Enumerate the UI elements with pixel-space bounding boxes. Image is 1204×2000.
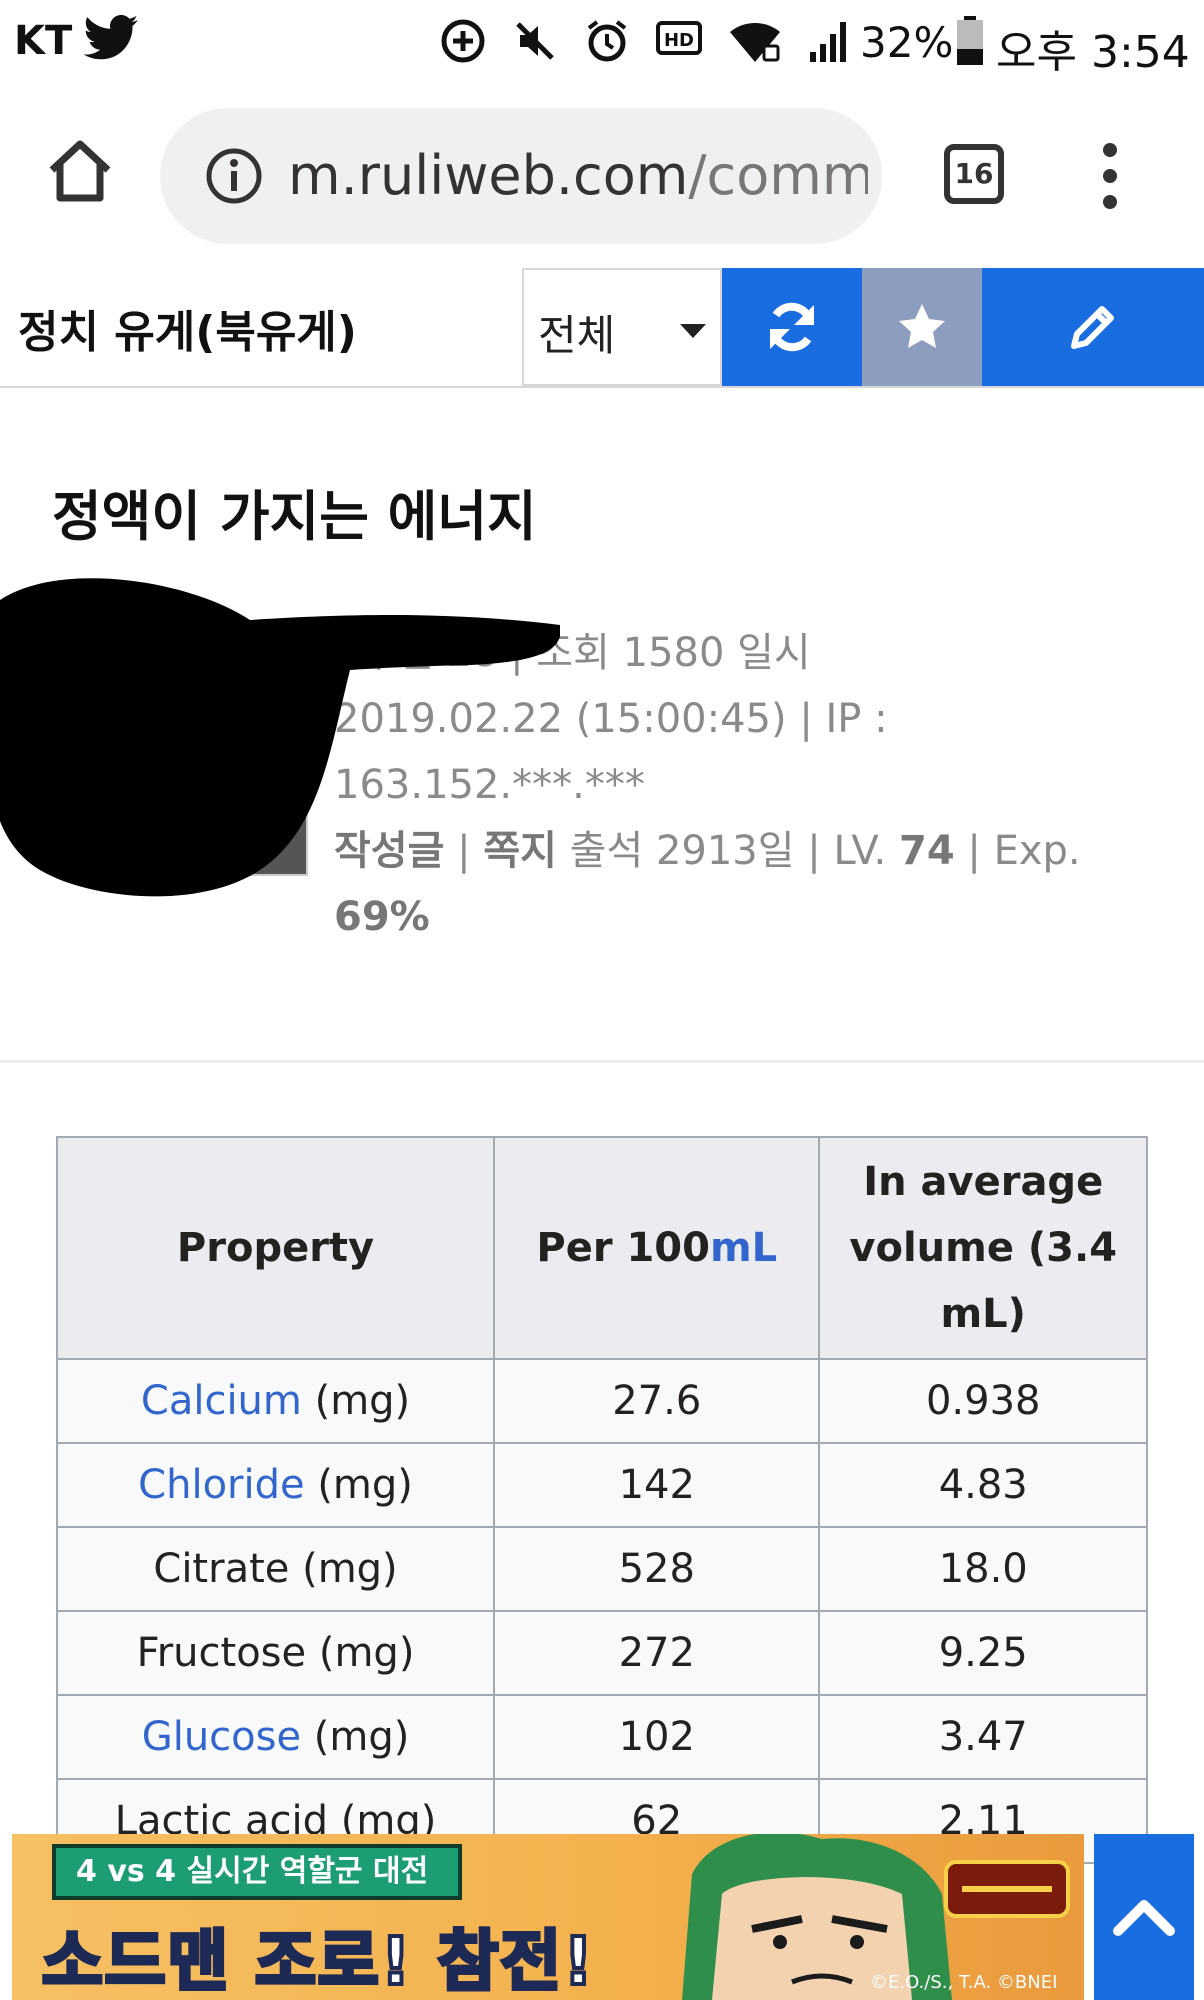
chevron-down-icon <box>680 324 706 338</box>
header-property: Property <box>55 1136 496 1360</box>
property-name: Citrate <box>153 1546 290 1592</box>
more-menu-icon[interactable] <box>1096 140 1124 212</box>
ad-tag: 4 vs 4 실시간 역할군 대전 <box>52 1844 463 1900</box>
user-posts-link[interactable]: 작성글 <box>334 828 444 874</box>
favorite-button[interactable] <box>862 268 982 386</box>
exp-label: | Exp. <box>954 828 1081 874</box>
cell-property: Chloride (mg) <box>55 1442 496 1528</box>
browser-toolbar: m.ruliweb.com/commu 16 <box>0 84 1204 268</box>
url-text: m.ruliweb.com/commu <box>288 144 868 207</box>
signal-icon <box>810 22 846 62</box>
property-name[interactable]: Calcium <box>141 1378 302 1424</box>
refresh-icon <box>770 302 814 352</box>
meta-line-stats: | 추천 28 | 조회 1580 일시 <box>334 630 811 676</box>
url-path: /commu <box>688 144 868 207</box>
home-icon[interactable] <box>44 134 116 206</box>
table-row: Chloride (mg) 142 4.83 <box>55 1442 1148 1528</box>
header-per-prefix: Per 100 <box>536 1225 710 1271</box>
message-link[interactable]: 쪽지 <box>483 828 557 874</box>
property-name: Fructose <box>136 1630 307 1676</box>
attendance-text: 출석 2913일 | LV. <box>569 828 887 874</box>
battery-percent: 32% <box>860 18 954 67</box>
game-logo <box>944 1860 1070 1918</box>
ad-banner[interactable]: 4 vs 4 실시간 역할군 대전 소드맨 조로! 참전! ©E.O./S., … <box>12 1834 1084 2000</box>
table-row: Citrate (mg) 528 18.0 <box>55 1526 1148 1612</box>
table-row: Calcium (mg) 27.6 0.938 <box>55 1358 1148 1444</box>
cell-property: Glucose (mg) <box>55 1694 496 1780</box>
ad-copyright: ©E.O./S., T.A. ©BNEI <box>870 1972 1058 1993</box>
board-nav: 정치 유게(북유게) 전체 <box>0 268 1204 388</box>
board-filter-value: 전체 <box>538 311 616 360</box>
ml-link[interactable]: mL <box>710 1225 777 1271</box>
tab-switcher-button[interactable]: 16 <box>944 144 1004 204</box>
cell-per-100ml: 272 <box>493 1610 821 1696</box>
cell-average-volume: 9.25 <box>818 1610 1148 1696</box>
star-icon <box>899 304 945 348</box>
header-average-volume: In average volume (3.4 mL) <box>818 1136 1148 1360</box>
cell-average-volume: 0.938 <box>818 1358 1148 1444</box>
data-saver-icon <box>441 19 485 63</box>
semen-composition-table: Property Per 100mL In average volume (3.… <box>55 1136 1148 1864</box>
pencil-icon <box>1071 306 1114 349</box>
article-title: 정액이 가지는 에너지 <box>52 485 537 548</box>
status-bar: KT HD 32% 오후 3:54 <box>0 0 1204 84</box>
avatar[interactable] <box>52 620 308 876</box>
battery-icon <box>957 16 983 65</box>
ad-headline: 소드맨 조로! 참전! <box>40 1921 596 2000</box>
carrier-label: KT <box>14 18 73 64</box>
board-title[interactable]: 정치 유게(북유게) <box>18 296 357 360</box>
cell-property: Calcium (mg) <box>55 1358 496 1444</box>
meta-line-exp: 69% <box>334 884 1134 950</box>
section-divider <box>0 1060 1204 1063</box>
meta-line-ip: 163.152.***.*** <box>334 762 645 808</box>
chevron-up-icon <box>1113 1900 1175 1936</box>
scroll-to-top-button[interactable] <box>1094 1834 1194 2000</box>
status-icons: HD <box>440 16 852 66</box>
cell-per-100ml: 27.6 <box>493 1358 821 1444</box>
article-meta: | 추천 28 | 조회 1580 일시 2019.02.22 (15:00:4… <box>334 620 1134 950</box>
url-bar[interactable]: m.ruliweb.com/commu <box>160 108 882 244</box>
cell-average-volume: 3.47 <box>818 1694 1148 1780</box>
wifi-icon <box>730 23 780 62</box>
info-icon[interactable] <box>204 146 264 206</box>
cell-property: Citrate (mg) <box>55 1526 496 1612</box>
property-unit: (mg) <box>289 1546 398 1592</box>
board-filter-select[interactable]: 전체 <box>522 268 722 386</box>
refresh-button[interactable] <box>722 268 862 386</box>
property-name[interactable]: Glucose <box>142 1714 301 1760</box>
cell-per-100ml: 102 <box>493 1694 821 1780</box>
meta-line-date: 2019.02.22 (15:00:45) | IP : <box>334 696 888 742</box>
property-unit: (mg) <box>301 1714 410 1760</box>
property-unit: (mg) <box>301 1378 411 1424</box>
cell-per-100ml: 528 <box>493 1526 821 1612</box>
property-unit: (mg) <box>306 1630 415 1676</box>
url-host: m.ruliweb.com <box>288 144 689 207</box>
table-row: Glucose (mg) 102 3.47 <box>55 1694 1148 1780</box>
clock: 오후 3:54 <box>996 27 1190 78</box>
property-name[interactable]: Chloride <box>138 1462 304 1508</box>
write-button[interactable] <box>982 268 1204 386</box>
header-per-100ml: Per 100mL <box>493 1136 821 1360</box>
property-unit: (mg) <box>304 1462 413 1508</box>
mute-icon <box>516 22 554 60</box>
cell-average-volume: 4.83 <box>818 1442 1148 1528</box>
user-level: 74 <box>899 828 955 874</box>
cell-per-100ml: 142 <box>493 1442 821 1528</box>
cell-average-volume: 18.0 <box>818 1526 1148 1612</box>
table-row: Fructose (mg) 272 9.25 <box>55 1610 1148 1696</box>
alarm-icon <box>587 20 627 62</box>
hd-icon: HD <box>656 21 702 55</box>
user-exp: 69% <box>334 894 430 940</box>
cell-property: Fructose (mg) <box>55 1610 496 1696</box>
svg-text:HD: HD <box>664 30 694 51</box>
twitter-icon <box>84 15 138 60</box>
table-body: Calcium (mg) 27.6 0.938 Chloride (mg) 142 4.8… <box>55 1358 1148 1864</box>
meta-line-user: 작성글 | 쪽지 출석 2913일 | LV. 74 | Exp. <box>334 828 1081 874</box>
table-header-row: Property Per 100mL In average volume (3.… <box>55 1136 1148 1360</box>
